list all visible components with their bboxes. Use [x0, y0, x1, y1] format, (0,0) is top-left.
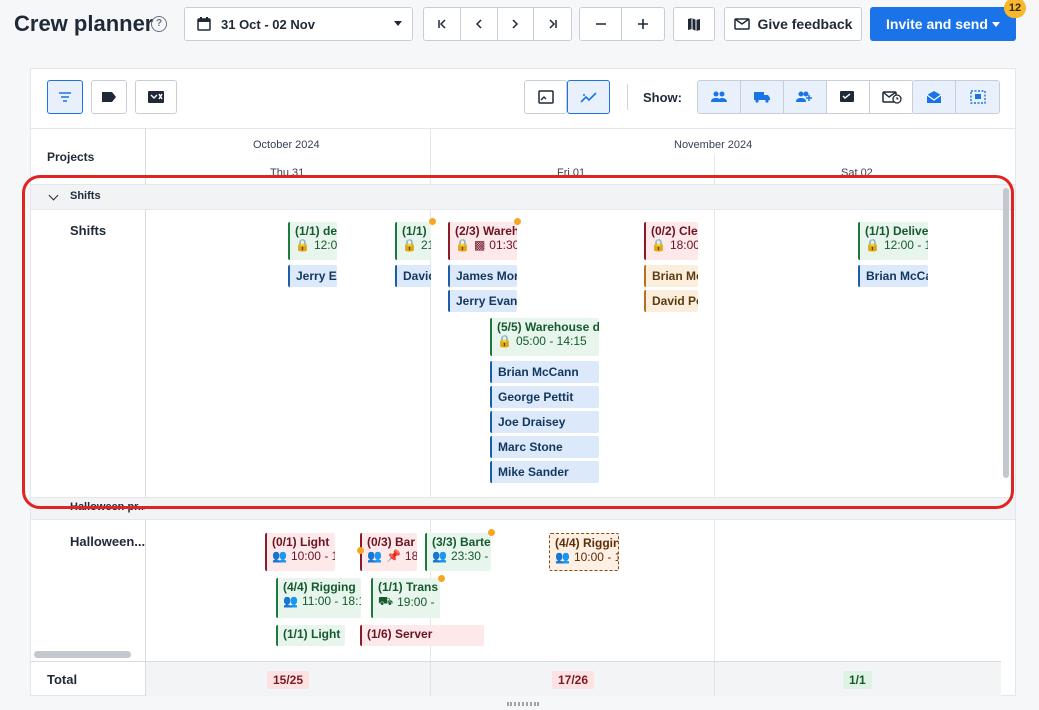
halloween-row-label: Halloween... — [70, 534, 146, 549]
next-icon[interactable] — [498, 8, 535, 40]
tag-icon — [102, 92, 116, 102]
mail-icon — [733, 18, 750, 30]
people-icon: 👥 — [272, 549, 287, 563]
caret-down-icon[interactable] — [992, 22, 1000, 27]
event-title: (4/4) Riggin — [555, 536, 619, 550]
date-range-value: 31 Oct - 02 Nov — [221, 16, 315, 32]
give-feedback-label: Give feedback — [757, 16, 853, 32]
event-title: (0/3) Bar — [367, 535, 416, 549]
dotted-square-icon[interactable] — [956, 81, 999, 113]
event-title: (4/4) Rigging — [283, 580, 356, 594]
notification-badge: 12 — [1004, 0, 1026, 18]
highlight-box — [22, 175, 1014, 509]
mail-clock-icon[interactable] — [870, 81, 913, 113]
total-fri: 17/26 — [552, 671, 595, 689]
mail-check-icon[interactable] — [827, 81, 870, 113]
show-toggles-a — [697, 80, 914, 114]
notification-dot — [488, 529, 495, 536]
invite-and-send-button[interactable]: Invite and send — [870, 7, 1016, 41]
event-card[interactable]: (0/1) Light 👥 10:00 - 1 — [265, 533, 335, 571]
add-person-icon[interactable] — [784, 81, 827, 113]
image-icon — [537, 90, 554, 104]
event-title: (0/1) Light — [272, 535, 330, 549]
total-label: Total — [47, 672, 78, 687]
total-thu: 15/25 — [267, 671, 310, 689]
month-oct: October 2024 — [253, 139, 320, 151]
zoom-controls — [579, 7, 665, 41]
caret-down-icon — [394, 21, 402, 26]
event-card[interactable]: (1/6) Server — [360, 625, 484, 646]
total-divider-1 — [430, 662, 431, 696]
filter-icon — [59, 92, 71, 102]
event-time: 10:00 - 1 — [290, 549, 335, 563]
zoom-in-icon[interactable] — [622, 8, 664, 40]
month-nov: November 2024 — [674, 139, 753, 151]
compact-view-button[interactable] — [524, 80, 567, 114]
people-icon: 👥 — [555, 550, 570, 564]
event-card[interactable]: (4/4) Rigging 👥 11:00 - 18:1 — [276, 578, 361, 618]
trend-icon — [579, 92, 597, 103]
event-title: (1/1) Light — [283, 627, 341, 641]
truck-icon[interactable] — [741, 81, 784, 113]
resize-handle[interactable] — [507, 702, 539, 706]
help-icon[interactable]: ? — [151, 16, 167, 32]
total-divider-2 — [714, 662, 715, 696]
pin-icon: 📌 — [385, 549, 401, 563]
date-range-picker[interactable]: 31 Oct - 02 Nov — [184, 7, 413, 41]
zoom-out-icon[interactable] — [580, 8, 623, 40]
open-mail-icon[interactable] — [913, 81, 956, 113]
notification-dot — [357, 547, 364, 554]
show-toggles-b — [912, 80, 1000, 114]
previous-icon[interactable] — [461, 8, 498, 40]
horizontal-scrollbar[interactable] — [34, 651, 131, 658]
people-icon[interactable] — [698, 81, 741, 113]
event-title: (1/1) Trans — [378, 580, 439, 594]
event-title: (3/3) Barte — [432, 535, 491, 549]
map-icon — [688, 18, 700, 31]
event-card[interactable]: (0/3) Bar 👥 📌 18 — [360, 533, 417, 571]
event-time: 19:00 - — [397, 595, 435, 609]
give-feedback-button[interactable]: Give feedback — [724, 7, 862, 41]
event-time: 23:30 - — [450, 549, 489, 563]
grid-top-line — [31, 128, 1015, 129]
event-time: 11:00 - 18:1 — [301, 594, 361, 608]
clear-schedule-button[interactable] — [135, 80, 177, 114]
first-page-icon[interactable] — [424, 8, 461, 40]
people-icon: 👥 — [367, 549, 382, 563]
event-time: 10:00 - 1 — [573, 550, 619, 564]
calendar-icon — [197, 17, 211, 31]
map-button[interactable] — [673, 7, 715, 41]
truck-icon: ⛟ — [378, 594, 394, 608]
event-card[interactable]: (1/1) Trans ⛟ 19:00 - — [371, 578, 440, 618]
date-navigation — [423, 7, 572, 41]
event-card[interactable]: (4/4) Riggin 👥 10:00 - 1 — [549, 533, 619, 571]
timeline-view-button[interactable] — [567, 80, 610, 114]
notification-dot — [438, 575, 445, 582]
event-title: (1/6) Server — [367, 627, 433, 641]
show-label: Show: — [643, 90, 682, 105]
filter-button[interactable] — [47, 80, 83, 114]
event-time: 18 — [404, 549, 417, 563]
page-title: Crew planner — [14, 11, 154, 36]
last-page-icon[interactable] — [534, 8, 571, 40]
tag-button[interactable] — [91, 80, 127, 114]
projects-header: Projects — [47, 150, 95, 164]
people-icon: 👥 — [432, 549, 447, 563]
calendar-x-icon — [148, 91, 164, 103]
event-card[interactable]: (1/1) Light — [276, 625, 345, 646]
toolbar-divider — [627, 84, 628, 110]
total-sat: 1/1 — [843, 671, 872, 689]
people-icon: 👥 — [283, 594, 298, 608]
invite-label: Invite and send — [886, 16, 988, 32]
event-card[interactable]: (3/3) Barte 👥 23:30 - — [425, 533, 491, 571]
